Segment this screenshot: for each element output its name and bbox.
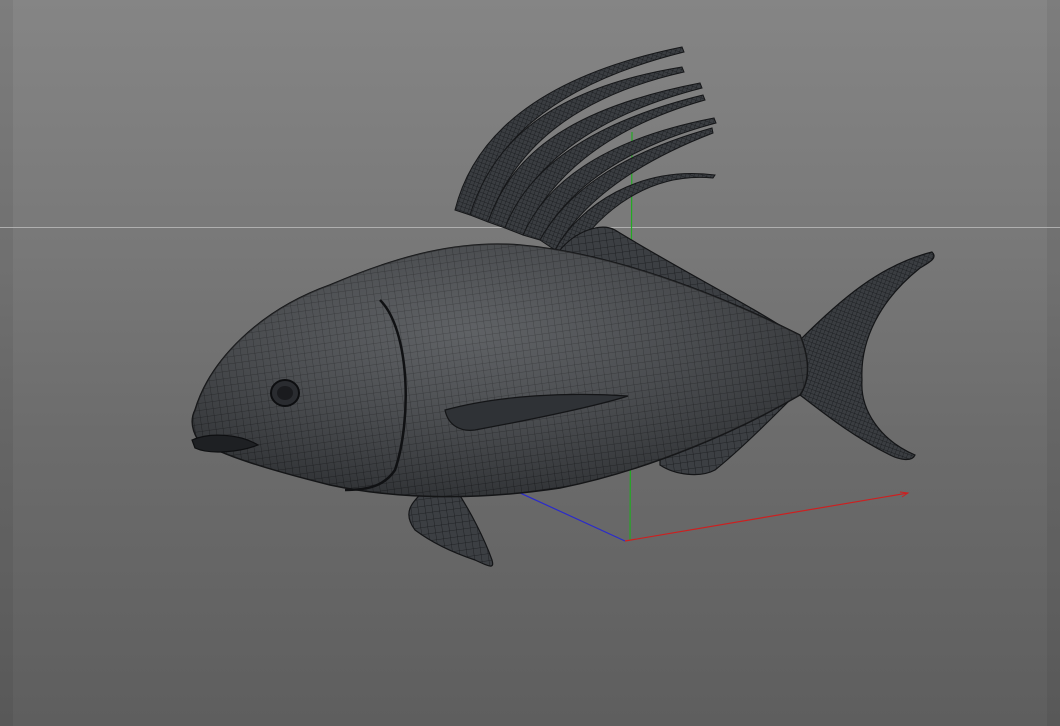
scene-canvas[interactable] [0,0,1060,726]
tail-fin[interactable] [799,251,935,461]
3d-viewport[interactable] [0,0,1060,726]
x-axis-line [624,492,909,542]
dorsal-spines[interactable] [454,46,717,259]
fish-eye [270,379,300,407]
